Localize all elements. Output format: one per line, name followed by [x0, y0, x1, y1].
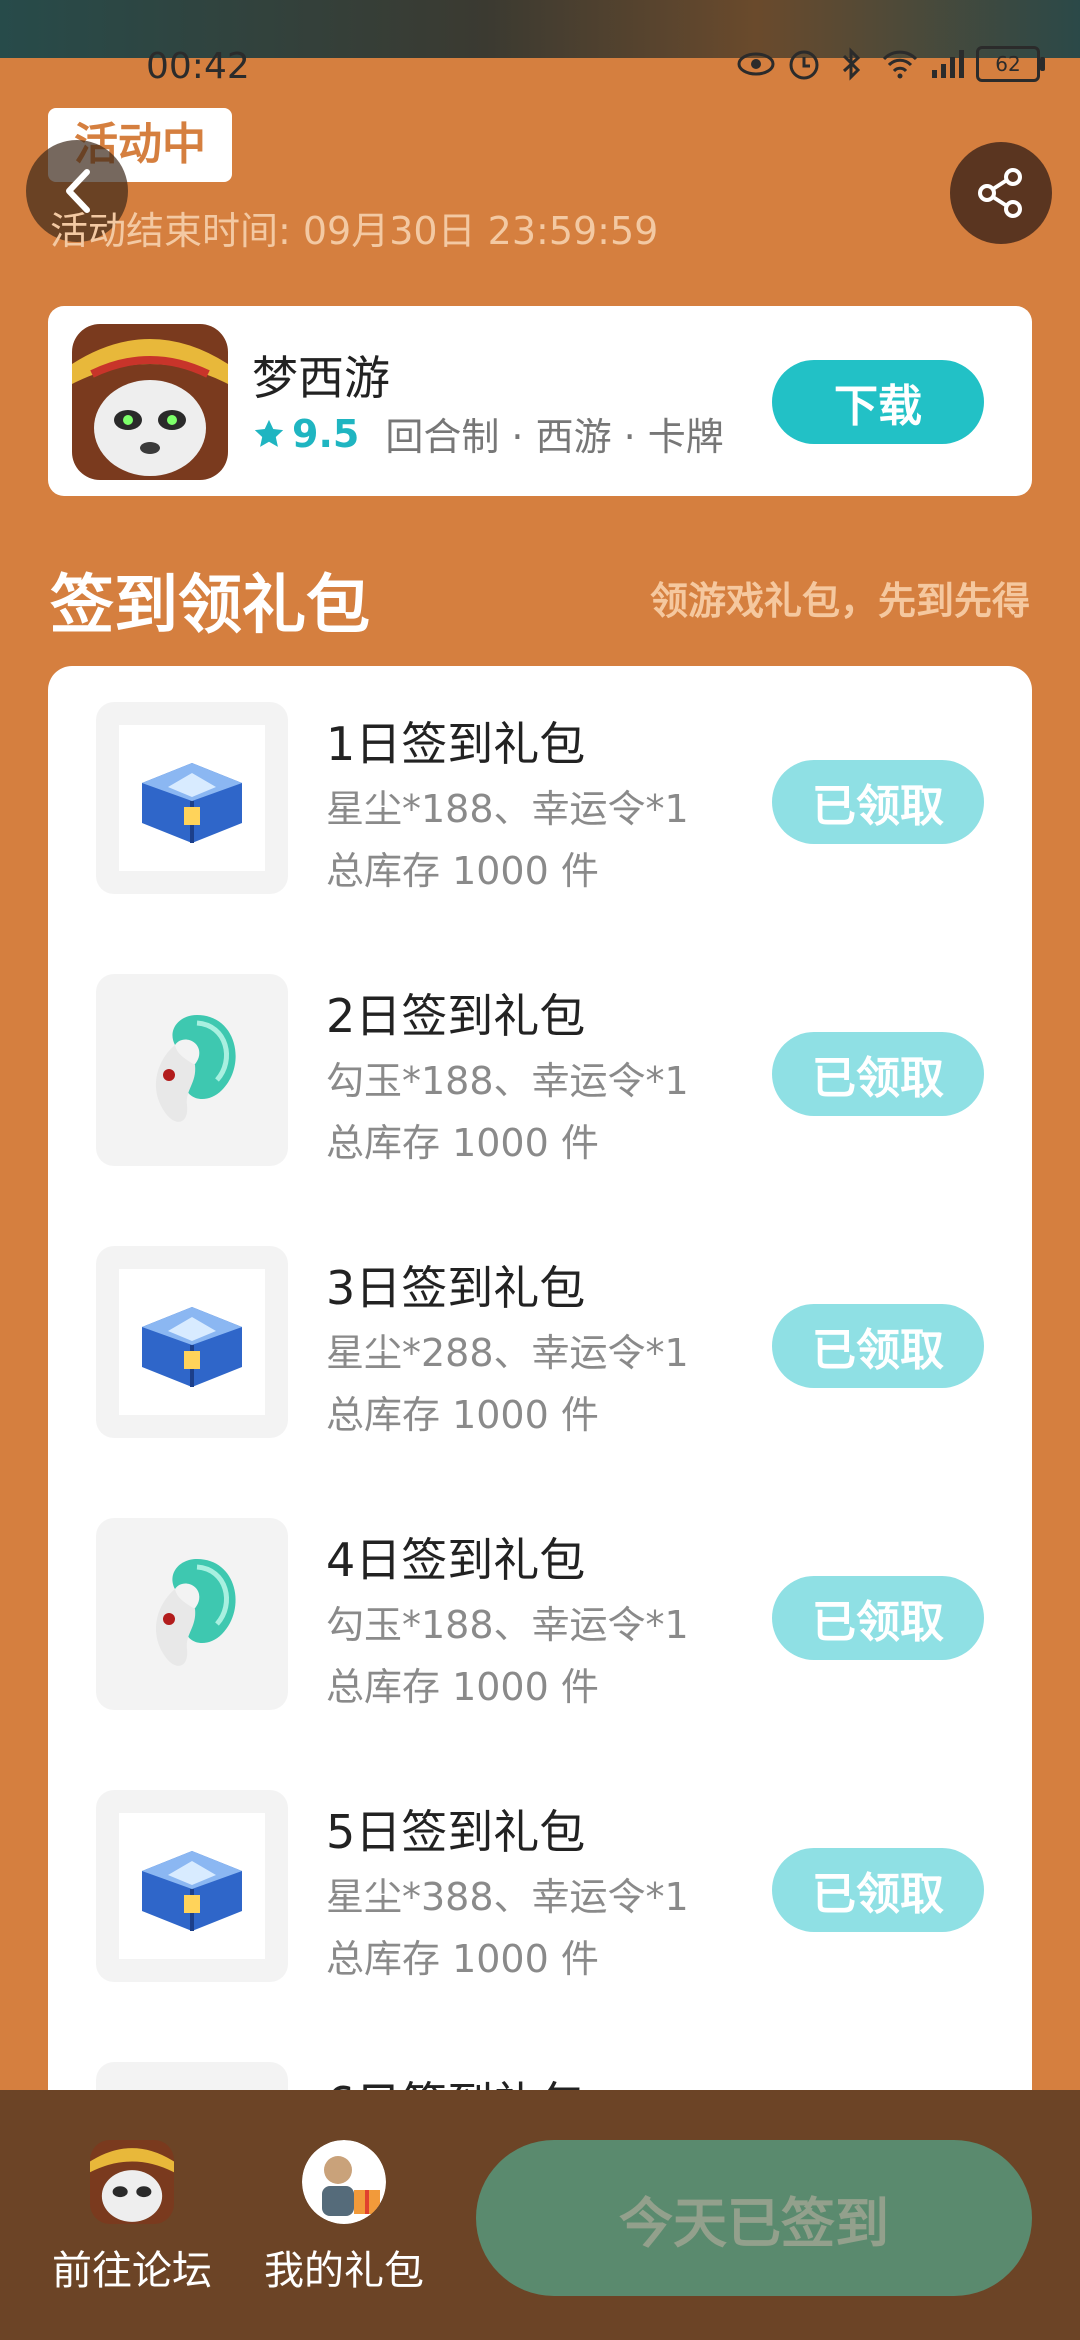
- game-forum-icon: [90, 2140, 174, 2224]
- gift-thumbnail: [96, 1246, 288, 1438]
- download-button[interactable]: 下载: [772, 360, 984, 444]
- status-time: 00:42: [146, 46, 250, 87]
- gift-contents: 星尘*388、幸运令*1: [326, 1875, 689, 1919]
- gift-thumbnail: [96, 1518, 288, 1710]
- gift-stock: 总库存 1000 件: [326, 849, 599, 893]
- gift-row: 3日签到礼包 星尘*288、幸运令*1 总库存 1000 件 已领取: [48, 1210, 1032, 1438]
- activity-end-time: 活动结束时间: 09月30日 23:59:59: [50, 209, 659, 253]
- eye-icon: [736, 44, 776, 84]
- signal-icon: [928, 44, 968, 84]
- status-icons: 62: [736, 44, 1045, 84]
- bottom-action-bar: 前往论坛 我的礼包 今天已签到: [0, 2090, 1080, 2340]
- forum-label: 前往论坛: [52, 2248, 212, 2294]
- gift-list: 1日签到礼包 星尘*188、幸运令*1 总库存 1000 件 已领取 2日签到礼…: [48, 666, 1032, 2106]
- bluetooth-icon: [832, 44, 872, 84]
- gift-contents: 星尘*188、幸运令*1: [326, 787, 689, 831]
- section-title: 签到领礼包: [50, 569, 370, 643]
- gift-stock: 总库存 1000 件: [326, 1665, 599, 1709]
- gift-thumbnail: [96, 974, 288, 1166]
- blue-crystal-chest-icon: [142, 1851, 242, 1931]
- battery-indicator: 62: [976, 46, 1045, 82]
- user-avatar-gift-icon: [302, 2140, 386, 2224]
- forum-link[interactable]: 前往论坛: [32, 2140, 232, 2296]
- game-rating: 9.5 回合制 · 西游 · 卡牌: [252, 406, 724, 461]
- claimed-button[interactable]: 已领取: [772, 1032, 984, 1116]
- alarm-icon: [784, 44, 824, 84]
- gift-row: 1日签到礼包 星尘*188、幸运令*1 总库存 1000 件 已领取: [48, 666, 1032, 894]
- blue-crystal-chest-icon: [142, 1307, 242, 1387]
- gift-row: 5日签到礼包 星尘*388、幸运令*1 总库存 1000 件 已领取: [48, 1754, 1032, 1982]
- share-button[interactable]: [950, 142, 1052, 244]
- star-icon: [254, 419, 284, 447]
- gift-contents: 勾玉*188、幸运令*1: [326, 1603, 689, 1647]
- gift-stock: 总库存 1000 件: [326, 1393, 599, 1437]
- rating-value: 9.5: [292, 411, 360, 456]
- gift-contents: 星尘*288、幸运令*1: [326, 1331, 689, 1375]
- jade-magatama-icon: [155, 1015, 236, 1122]
- gift-title: 4日签到礼包: [326, 1533, 586, 1587]
- gift-stock: 总库存 1000 件: [326, 1121, 599, 1165]
- blue-crystal-chest-icon: [142, 763, 242, 843]
- claimed-button[interactable]: 已领取: [772, 760, 984, 844]
- gift-row: 4日签到礼包 勾玉*188、幸运令*1 总库存 1000 件 已领取: [48, 1482, 1032, 1710]
- gift-thumbnail: [96, 1790, 288, 1982]
- gift-stock: 总库存 1000 件: [326, 1937, 599, 1981]
- jade-magatama-icon: [155, 1559, 236, 1666]
- my-gifts-link[interactable]: 我的礼包: [244, 2140, 444, 2296]
- gift-row: 2日签到礼包 勾玉*188、幸运令*1 总库存 1000 件 已领取: [48, 938, 1032, 1166]
- game-info-card[interactable]: 梦西游 9.5 回合制 · 西游 · 卡牌 下载: [48, 306, 1032, 496]
- claimed-button[interactable]: 已领取: [772, 1576, 984, 1660]
- game-app-icon: [72, 324, 228, 480]
- game-tags: 回合制 · 西游 · 卡牌: [385, 415, 724, 459]
- gift-title: 5日签到礼包: [326, 1805, 586, 1859]
- share-icon: [978, 168, 1022, 218]
- gift-thumbnail: [96, 702, 288, 894]
- claimed-button[interactable]: 已领取: [772, 1848, 984, 1932]
- gift-title: 3日签到礼包: [326, 1261, 586, 1315]
- status-bar: 00:42 62: [0, 42, 1080, 94]
- claimed-button[interactable]: 已领取: [772, 1304, 984, 1388]
- gift-contents: 勾玉*188、幸运令*1: [326, 1059, 689, 1103]
- my-gifts-label: 我的礼包: [264, 2248, 424, 2294]
- game-name: 梦西游: [252, 351, 390, 405]
- gift-title: 2日签到礼包: [326, 989, 586, 1043]
- gift-title: 1日签到礼包: [326, 717, 586, 771]
- signed-in-today-button[interactable]: 今天已签到: [476, 2140, 1032, 2296]
- wifi-icon: [880, 44, 920, 84]
- section-subtitle: 领游戏礼包，先到先得: [649, 579, 1030, 623]
